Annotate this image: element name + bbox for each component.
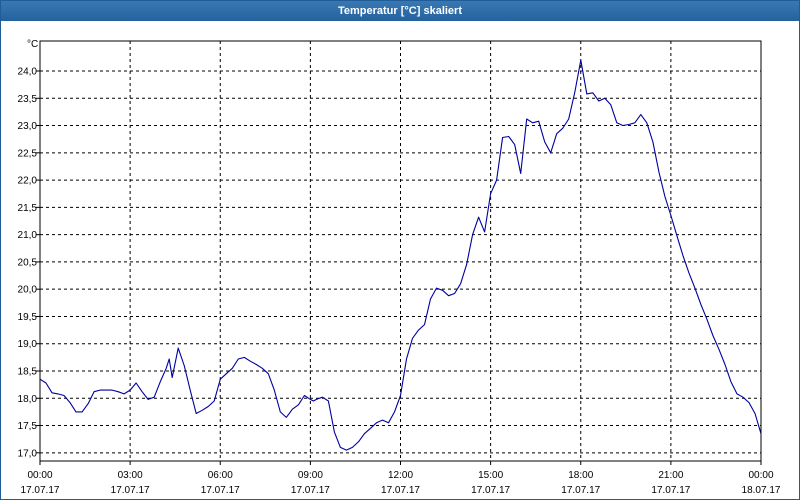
x-tick-date: 17.07.17 xyxy=(111,485,150,496)
y-tick-label: 23,5 xyxy=(18,94,38,105)
x-tick-date: 17.07.17 xyxy=(561,485,600,496)
x-tick-time: 21:00 xyxy=(658,470,683,481)
y-tick-label: 20,5 xyxy=(18,257,38,268)
y-tick-label: 22,5 xyxy=(18,148,38,159)
y-tick-label: 19,0 xyxy=(18,339,38,350)
x-tick-time: 00:00 xyxy=(27,470,52,481)
x-tick-time: 03:00 xyxy=(118,470,143,481)
x-tick-date: 17.07.17 xyxy=(381,485,420,496)
y-tick-label: 24,0 xyxy=(18,67,38,78)
y-tick-label: 17,5 xyxy=(18,421,38,432)
y-tick-label: 23,0 xyxy=(18,121,38,132)
y-tick-label: 18,0 xyxy=(18,394,38,405)
x-tick-date: 17.07.17 xyxy=(651,485,690,496)
y-tick-label: 17,0 xyxy=(18,448,38,459)
x-tick-date: 17.07.17 xyxy=(21,485,60,496)
x-tick-time: 06:00 xyxy=(208,470,233,481)
x-tick-date: 17.07.17 xyxy=(291,485,330,496)
temperature-line-chart: °C 17,0 17,5 18,0 18,5 19,0 19,5 20,0 20,5 21,0 2… xyxy=(18,39,781,496)
y-tick-label: 20,0 xyxy=(18,285,38,296)
chart-window: Temperatur [°C] skaliert °C 17,0 17,5 18,0… xyxy=(0,0,800,500)
y-axis-ticks: 17,0 17,5 18,0 18,5 19,0 19,5 20,0 20,5 21,0 21,5… xyxy=(18,67,40,459)
x-tick-time: 15:00 xyxy=(478,470,503,481)
y-tick-label: 21,0 xyxy=(18,230,38,241)
x-tick-date: 18.07.17 xyxy=(742,485,781,496)
x-tick-time: 18:00 xyxy=(568,470,593,481)
x-tick-date: 17.07.17 xyxy=(471,485,510,496)
y-tick-label: 22,0 xyxy=(18,176,38,187)
y-tick-label: 18,5 xyxy=(18,367,38,378)
chart-area: °C 17,0 17,5 18,0 18,5 19,0 19,5 20,0 20,5 21,0 2… xyxy=(1,21,799,499)
x-tick-date: 17.07.17 xyxy=(201,485,240,496)
x-tick-time: 12:00 xyxy=(388,470,413,481)
chart-title: Temperatur [°C] skaliert xyxy=(1,1,799,21)
chart-grid xyxy=(40,41,761,461)
y-tick-label: 21,5 xyxy=(18,203,38,214)
y-tick-label: 19,5 xyxy=(18,312,38,323)
x-tick-time: 00:00 xyxy=(748,470,773,481)
x-tick-time: 09:00 xyxy=(298,470,323,481)
x-axis-ticks: 00:00 17.07.17 03:00 17.07.17 06:00 17.07.17 0… xyxy=(21,461,781,496)
y-axis-label: °C xyxy=(27,39,38,50)
